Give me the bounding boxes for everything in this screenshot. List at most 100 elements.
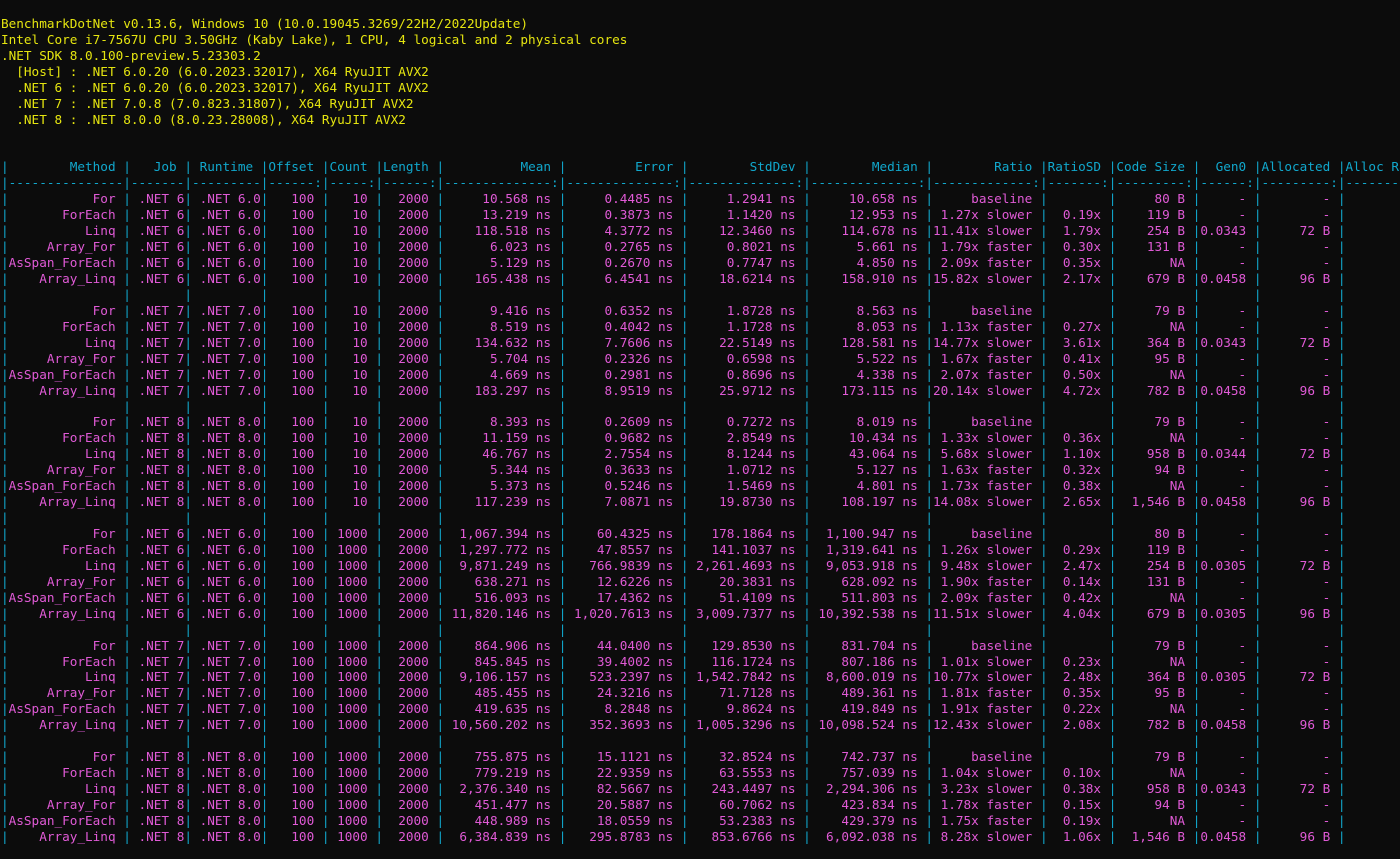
cell-ratiosd xyxy=(1048,638,1109,653)
table-separator: | xyxy=(375,605,383,621)
cell-error: 17.4362 ns xyxy=(566,589,681,605)
cell-offset: 100 xyxy=(268,414,322,430)
cell-alloc-ratio: NA xyxy=(1346,558,1400,573)
table-separator: | xyxy=(680,573,689,589)
table-separator: | xyxy=(1,717,9,733)
table-separator: | xyxy=(1039,478,1048,494)
cell-offset: 100 xyxy=(268,366,322,382)
cell-error: 352.3693 ns xyxy=(566,717,681,733)
table-separator: | xyxy=(436,733,445,749)
system-info-line: .NET SDK 8.0.100-preview.5.23303.2 xyxy=(1,47,261,63)
table-separator: | xyxy=(925,765,933,781)
cell-offset: 100 xyxy=(268,749,322,765)
table-separator: | xyxy=(375,318,383,334)
table-separator: | xyxy=(925,669,933,685)
cell-job: .NET 7 xyxy=(130,669,185,685)
cell-median: 628.092 ns xyxy=(810,573,926,589)
table-row: | For | .NET 6| .NET 6.0| 100 | 1000 | 2… xyxy=(1,526,1400,542)
empty-cell xyxy=(444,399,559,414)
cell-method: AsSpan_ForEach xyxy=(8,701,124,717)
table-separator: | xyxy=(1039,605,1048,621)
empty-cell xyxy=(9,622,124,637)
empty-cell xyxy=(1200,287,1253,302)
table-separator: | xyxy=(925,478,933,494)
table-separator: | xyxy=(375,589,383,605)
table-separator: | xyxy=(436,557,445,573)
cell-count: 1000 xyxy=(329,541,376,557)
table-separator: | xyxy=(1,414,9,430)
cell-median: 419.849 ns xyxy=(810,701,926,717)
cell-count: 10 xyxy=(329,302,376,318)
empty-cell xyxy=(268,287,321,302)
table-separator: | xyxy=(321,255,330,271)
header-rule: ------: xyxy=(268,175,322,191)
cell-mean: 779.219 ns xyxy=(444,765,559,781)
table-separator: | xyxy=(1039,302,1048,318)
table-row: | Array_Linq | .NET 6| .NET 6.0| 100 | 1… xyxy=(1,606,1400,622)
table-row: | Array_For | .NET 7| .NET 7.0| 100 | 10… xyxy=(1,685,1400,701)
cell-offset: 100 xyxy=(268,557,322,573)
cell-count: 10 xyxy=(329,255,376,271)
cell-method: Array_Linq xyxy=(8,605,124,621)
cell-median: 8.019 ns xyxy=(810,414,926,430)
table-separator: | xyxy=(123,605,131,621)
cell-error: 12.6226 ns xyxy=(566,573,681,589)
empty-cell xyxy=(689,510,804,525)
table-separator: | xyxy=(925,159,933,175)
cell-job: .NET 8 xyxy=(130,446,185,462)
table-separator: | xyxy=(680,541,689,557)
cell-stddev: 9.8624 ns xyxy=(688,701,804,717)
table-separator: | xyxy=(436,191,445,207)
table-separator: | xyxy=(1337,159,1346,175)
empty-cell xyxy=(444,510,559,525)
table-separator: | xyxy=(680,398,689,414)
table-separator: | xyxy=(1039,318,1048,334)
table-separator: | xyxy=(1039,510,1048,526)
cell-median: 6,092.038 ns xyxy=(810,828,926,844)
table-separator: | xyxy=(803,302,811,318)
cell-stddev: 1.2941 ns xyxy=(688,191,804,207)
table-separator: | xyxy=(1,366,9,382)
table-separator: | xyxy=(680,382,689,398)
table-separator: | xyxy=(1337,446,1346,462)
empty-cell xyxy=(192,287,261,302)
table-separator: | xyxy=(123,653,131,669)
cell-method: Array_Linq xyxy=(8,271,124,286)
empty-cell xyxy=(811,399,926,414)
cell-alloc-ratio: NA xyxy=(1346,319,1400,334)
cell-mean: 10,560.202 ns xyxy=(444,717,559,733)
cell-alloc-ratio: NA xyxy=(1346,494,1400,509)
table-separator: | xyxy=(123,733,131,749)
table-separator: | xyxy=(803,669,811,685)
cell-length: 2000 xyxy=(382,334,437,350)
header-rule: ------: xyxy=(382,175,437,191)
cell-stddev: 51.4109 ns xyxy=(688,589,804,605)
cell-gen0: - xyxy=(1200,653,1254,669)
table-separator: | xyxy=(375,207,383,223)
table-separator: | xyxy=(1337,255,1346,271)
cell-alloc-ratio: NA xyxy=(1346,829,1400,844)
table-separator: | xyxy=(1,446,9,462)
cell-code-size: NA xyxy=(1116,430,1193,446)
table-separator: | xyxy=(321,637,330,653)
table-separator: | xyxy=(1039,175,1048,191)
cell-code-size: 958 B xyxy=(1116,446,1193,462)
cell-method: Array_For xyxy=(8,685,124,701)
table-separator: | xyxy=(680,255,689,271)
table-separator: | xyxy=(1337,781,1346,796)
cell-stddev: 1.1420 ns xyxy=(688,207,804,223)
column-header-count: Count xyxy=(329,159,376,175)
cell-job: .NET 7 xyxy=(130,685,185,701)
cell-ratiosd xyxy=(1048,303,1109,318)
table-separator: | xyxy=(436,286,445,302)
table-separator: | xyxy=(680,239,689,255)
cell-ratiosd: 0.30x xyxy=(1047,239,1109,255)
cell-ratio: 1.01x slower xyxy=(932,653,1040,669)
cell-length: 2000 xyxy=(382,557,437,573)
table-separator: | xyxy=(321,159,330,175)
cell-offset: 100 xyxy=(268,573,322,589)
table-separator: | xyxy=(1,653,9,669)
cell-alloc-ratio: NA xyxy=(1346,223,1400,238)
empty-cell xyxy=(330,733,376,748)
table-separator: | xyxy=(375,478,383,494)
